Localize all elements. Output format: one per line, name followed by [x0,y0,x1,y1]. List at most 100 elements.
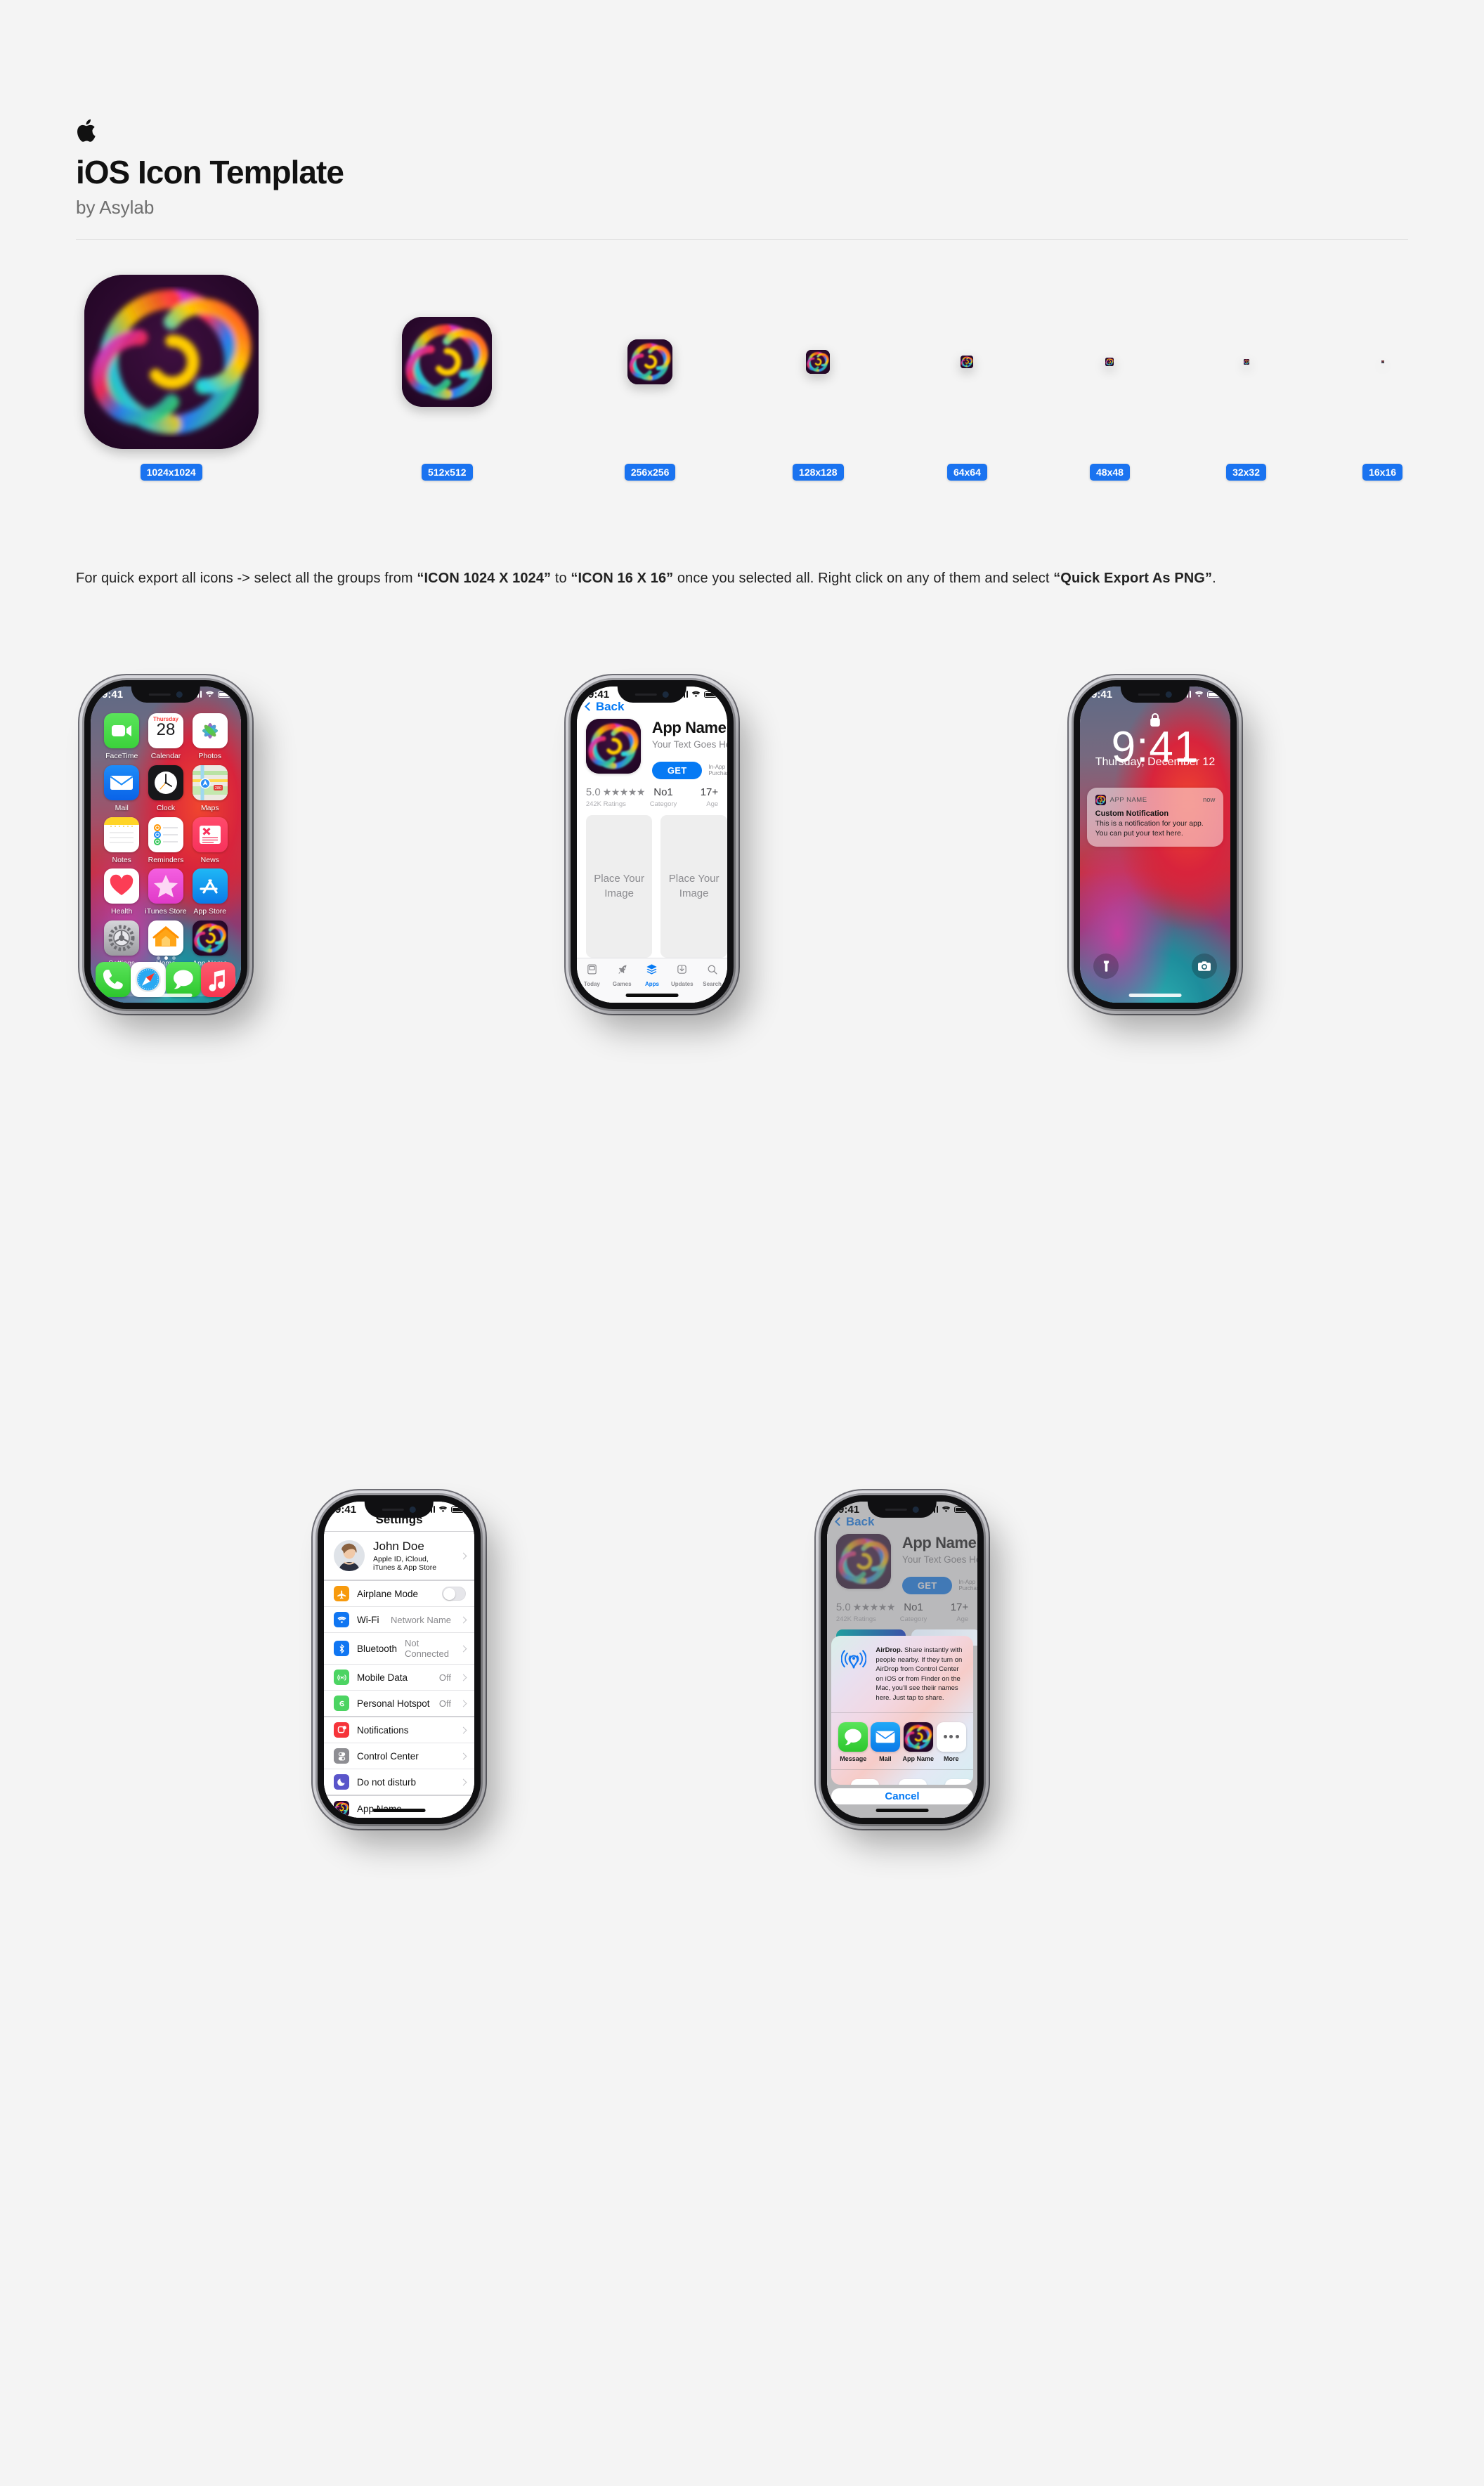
get-button[interactable]: GET [651,761,703,779]
airdrop-section[interactable]: AirDrop. Share instantly with people nea… [831,1636,972,1712]
custom-app-icon [192,920,228,956]
rating-label: 242K Ratings [585,800,626,808]
facetime-icon [104,713,140,749]
age-label: Age [706,800,719,808]
home-app-health[interactable]: Health [104,868,140,916]
home-app-app-store[interactable]: App Store [192,868,228,916]
settings-screen: 9:41 Settings John Doe Apple ID, iCloud,… [324,1502,474,1818]
settings-row-do-not-disturb[interactable]: Do not disturb [324,1769,474,1795]
app-label: Mail [115,803,129,812]
note-bold-3: “Quick Export As PNG” [1053,571,1213,586]
home-app-itunes-store[interactable]: iTunes Store [145,868,187,916]
home-app-clock[interactable]: Clock [148,764,183,812]
app-label: Calendar [150,752,181,761]
home-app-mail[interactable]: Mail [104,764,140,812]
row-label: Notifications [357,1724,409,1736]
chevron-right-icon [460,1645,467,1652]
icon-size-16x16: 16x16 [1306,260,1460,499]
size-label-badge: 256x256 [624,464,676,481]
icon-size-48x48: 48x48 [1032,260,1187,499]
maps-icon: 280 [192,764,228,800]
screenshot-placeholder[interactable]: Place Your Image [585,814,653,958]
lock-date: Thursday, December 12 [1095,756,1216,768]
size-label-badge: 16x16 [1362,464,1403,481]
home-app-reminders[interactable]: Reminders [148,816,183,864]
tab-updates[interactable]: Updates [667,963,697,987]
dock-app-music[interactable] [200,962,236,998]
page-indicator[interactable] [91,956,241,961]
chevron-right-icon [460,1700,467,1707]
chevron-right-icon [460,1552,467,1559]
home-app-settings[interactable]: Settings [104,920,140,968]
settings-row-airplane-mode[interactable]: Airplane Mode [324,1581,474,1608]
flashlight-button[interactable] [1093,954,1119,980]
screenshot-placeholder[interactable]: Place Your Image [660,814,727,958]
app-icon-preview [1381,360,1384,363]
tab-label: Today [583,981,600,987]
chevron-right-icon [460,1674,467,1681]
chevron-left-icon [584,702,594,712]
settings-row-personal-hotspot[interactable]: Personal Hotspot Off [324,1691,474,1716]
wifi-icon [691,691,701,698]
apps-icon [646,963,658,979]
messages-icon [838,1722,868,1752]
home-app-notes[interactable]: Notes [104,816,140,864]
itunes-store-icon [148,868,183,904]
cancel-button[interactable]: Cancel [831,1788,973,1805]
app-grid: FaceTime Thursday 28 Calendar Photos Mail … [100,713,232,968]
home-indicator[interactable] [1128,994,1182,997]
share-app-label: More [943,1755,959,1762]
share-app-message[interactable]: Message [838,1722,868,1762]
settings-page: 9:41 Settings John Doe Apple ID, iCloud,… [324,1502,474,1818]
home-app-home[interactable]: Home [148,920,183,968]
speaker-grille [148,693,171,696]
app-icon-preview [961,356,974,368]
dock-app-phone[interactable] [96,962,131,998]
notification-card[interactable]: APP NAME now Custom Notification This is… [1086,788,1224,847]
screenshot-carousel[interactable]: Place Your Image Place Your Image [585,814,727,958]
status-time: 9:41 [1091,688,1113,701]
dock-app-messages[interactable] [165,962,201,998]
chevron-right-icon [460,1616,467,1623]
dock-app-safari[interactable] [131,962,166,998]
news-icon [192,816,228,852]
row-label: Wi-Fi [357,1614,379,1625]
home-indicator[interactable] [372,1809,426,1812]
share-action-print[interactable]: Print [898,1778,927,1785]
tab-search[interactable]: Search [697,963,727,987]
settings-row-control-center[interactable]: Control Center [324,1743,474,1770]
profile-row[interactable]: John Doe Apple ID, iCloud, iTunes & App … [324,1532,474,1580]
home-app-calendar[interactable]: Thursday 28 Calendar [148,713,183,760]
reminders-icon [148,816,183,852]
settings-row-notifications[interactable]: Notifications [324,1717,474,1744]
tab-today[interactable]: Today [577,963,607,987]
tab-games[interactable]: Games [607,963,637,987]
home-app-maps[interactable]: 280 Maps [192,764,228,812]
hotspot-icon [334,1696,349,1712]
app-store-icon [192,868,228,904]
home-indicator[interactable] [876,1809,929,1812]
settings-row-mobile-data[interactable]: Mobile Data Off [324,1665,474,1691]
battery-icon [954,1506,969,1513]
app-icon-preview [84,275,259,449]
home-indicator[interactable] [139,994,193,997]
airplane-mode-toggle[interactable] [442,1587,466,1601]
settings-row-app-name[interactable]: App Name [324,1796,474,1818]
lock-shortcuts [1093,954,1217,980]
home-app-facetime[interactable]: FaceTime [104,713,140,760]
home-app-news[interactable]: News [192,816,228,864]
settings-row-wi-fi[interactable]: Wi-Fi Network Name [324,1607,474,1634]
notification-title: Custom Notification [1095,809,1169,818]
tab-apps[interactable]: Apps [637,963,668,987]
settings-row-bluetooth[interactable]: Bluetooth Not Connected [324,1633,474,1665]
home-indicator[interactable] [625,994,679,997]
share-action-copy-link[interactable]: Copy Link [850,1778,880,1785]
share-app-app-name[interactable]: App Name [903,1722,934,1762]
share-app-mail[interactable]: Mail [870,1722,900,1762]
search-icon [706,963,718,979]
home-app-photos[interactable]: Photos [192,713,228,760]
chevron-right-icon [460,1805,467,1812]
camera-button[interactable] [1191,954,1217,980]
share-app-more[interactable]: More [936,1722,966,1762]
home-app-app-name[interactable]: App Name [192,920,228,968]
